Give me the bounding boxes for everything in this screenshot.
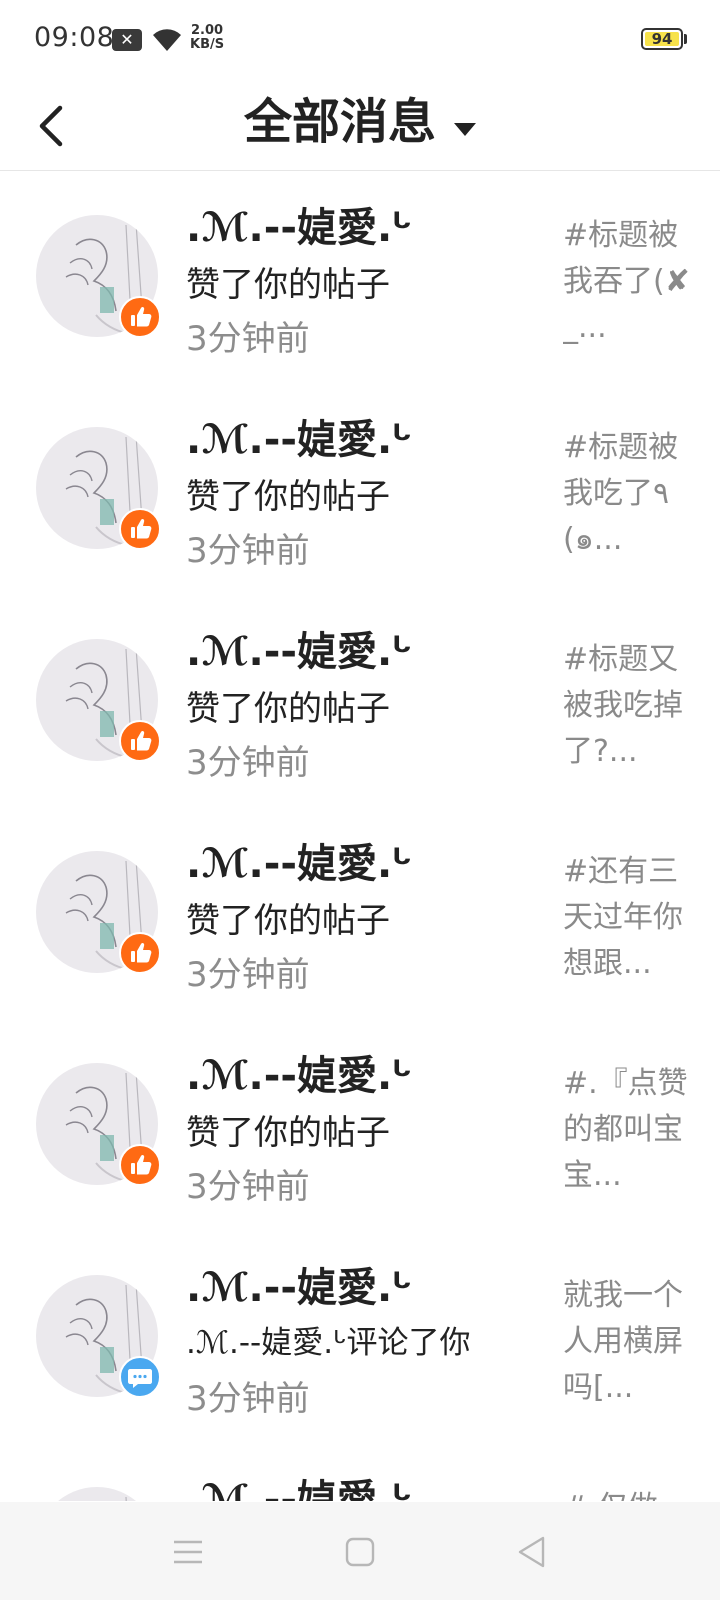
- sender-name: .ℳ.--媫愛.ᒡ: [186, 205, 413, 251]
- message-time: 3分钟前: [186, 319, 310, 359]
- post-preview[interactable]: #.仅做上...: [563, 1485, 693, 1501]
- list-item[interactable]: .ℳ.--媫愛.ᒡ .ℳ.--媫愛.ᒡ评论了你 3分钟前 就我一个人用横屏吗[.…: [0, 1231, 720, 1443]
- back-button[interactable]: [26, 90, 86, 160]
- message-action: 赞了你的帖子: [186, 901, 390, 941]
- chat-bubble-icon: [128, 1369, 152, 1388]
- battery-tip: [684, 34, 687, 44]
- message-time: 3分钟前: [186, 531, 310, 571]
- post-preview[interactable]: #还有三天过年你想跟...: [563, 849, 693, 987]
- sender-name: .ℳ.--媫愛.ᒡ: [186, 417, 413, 463]
- square-home-icon[interactable]: [340, 1532, 380, 1572]
- thumbs-up-icon: [131, 942, 152, 963]
- sender-name: .ℳ.--媫愛.ᒡ: [186, 1265, 413, 1311]
- message-action: .ℳ.--媫愛.ᒡ评论了你: [186, 1325, 471, 1361]
- battery-level: 94: [645, 32, 679, 47]
- message-time: 3分钟前: [186, 955, 310, 995]
- like-badge: [119, 508, 161, 550]
- sender-name: .ℳ.--媫愛.ᒡ: [186, 1477, 413, 1501]
- thumbs-up-icon: [131, 518, 152, 539]
- message-time: 3分钟前: [186, 1379, 310, 1419]
- post-preview[interactable]: #标题被我吃了٩(๑...: [563, 425, 693, 563]
- message-action: 赞了你的帖子: [186, 1113, 390, 1153]
- sender-name: .ℳ.--媫愛.ᒡ: [186, 841, 413, 887]
- network-speed-unit: KB/S: [190, 37, 225, 52]
- message-time: 3分钟前: [186, 1167, 310, 1207]
- list-item[interactable]: .ℳ.--媫愛.ᒡ 赞了你的帖子 3分钟前 #标题被我吃了٩(๑...: [0, 383, 720, 595]
- sender-name: .ℳ.--媫愛.ᒡ: [186, 629, 413, 675]
- network-speed: 2.00 KB/S: [190, 24, 224, 52]
- message-time: 3分钟前: [186, 743, 310, 783]
- thumbs-up-icon: [131, 306, 152, 327]
- sender-name: .ℳ.--媫愛.ᒡ: [186, 1053, 413, 1099]
- list-item[interactable]: .ℳ.--媫愛.ᒡ 赞了你的帖子 3分钟前 #.『点赞的都叫宝宝...: [0, 1019, 720, 1231]
- thumbs-up-icon: [131, 730, 152, 751]
- avatar-illustration: [125, 1494, 138, 1501]
- post-preview[interactable]: #标题又被我吃掉了?...: [563, 637, 693, 775]
- list-item[interactable]: .ℳ.--媫愛.ᒡ 赞了你的帖子 3分钟前 #还有三天过年你想跟...: [0, 807, 720, 1019]
- triangle-back-icon[interactable]: [512, 1532, 552, 1572]
- system-nav-bar: [0, 1502, 720, 1600]
- post-preview[interactable]: #标题被我吞了(✘_...: [563, 213, 693, 351]
- menu-icon[interactable]: [168, 1532, 208, 1572]
- like-badge: [119, 932, 161, 974]
- list-item[interactable]: .ℳ.--媫愛.ᒡ #.仅做上...: [0, 1443, 720, 1501]
- caret-down-icon[interactable]: [454, 123, 476, 136]
- page-title[interactable]: 全部消息: [244, 84, 436, 160]
- status-bar: 09:08 ✕ 2.00 KB/S 94: [0, 0, 720, 80]
- battery-icon: 94: [641, 28, 683, 50]
- like-badge: [119, 1144, 161, 1186]
- close-square-icon: ✕: [112, 29, 142, 51]
- post-preview[interactable]: 就我一个人用横屏吗[...: [563, 1273, 693, 1411]
- title-dropdown[interactable]: 全部消息: [0, 80, 720, 170]
- message-action: 赞了你的帖子: [186, 477, 390, 517]
- wifi-icon: [153, 29, 181, 51]
- message-action: 赞了你的帖子: [186, 265, 390, 305]
- list-item[interactable]: .ℳ.--媫愛.ᒡ 赞了你的帖子 3分钟前 #标题被我吞了(✘_...: [0, 171, 720, 383]
- network-speed-value: 2.00: [191, 23, 224, 38]
- like-badge: [119, 720, 161, 762]
- post-preview[interactable]: #.『点赞的都叫宝宝...: [563, 1061, 693, 1199]
- comment-badge: [119, 1356, 161, 1398]
- thumbs-up-icon: [131, 1154, 152, 1175]
- list-item[interactable]: .ℳ.--媫愛.ᒡ 赞了你的帖子 3分钟前 #标题又被我吃掉了?...: [0, 595, 720, 807]
- avatar[interactable]: [36, 1487, 158, 1501]
- message-list[interactable]: .ℳ.--媫愛.ᒡ 赞了你的帖子 3分钟前 #标题被我吞了(✘_... .ℳ.-…: [0, 171, 720, 1501]
- status-time: 09:08: [34, 22, 115, 53]
- like-badge: [119, 296, 161, 338]
- app-header: 全部消息: [0, 80, 720, 171]
- chevron-left-icon: [39, 105, 63, 147]
- message-action: 赞了你的帖子: [186, 689, 390, 729]
